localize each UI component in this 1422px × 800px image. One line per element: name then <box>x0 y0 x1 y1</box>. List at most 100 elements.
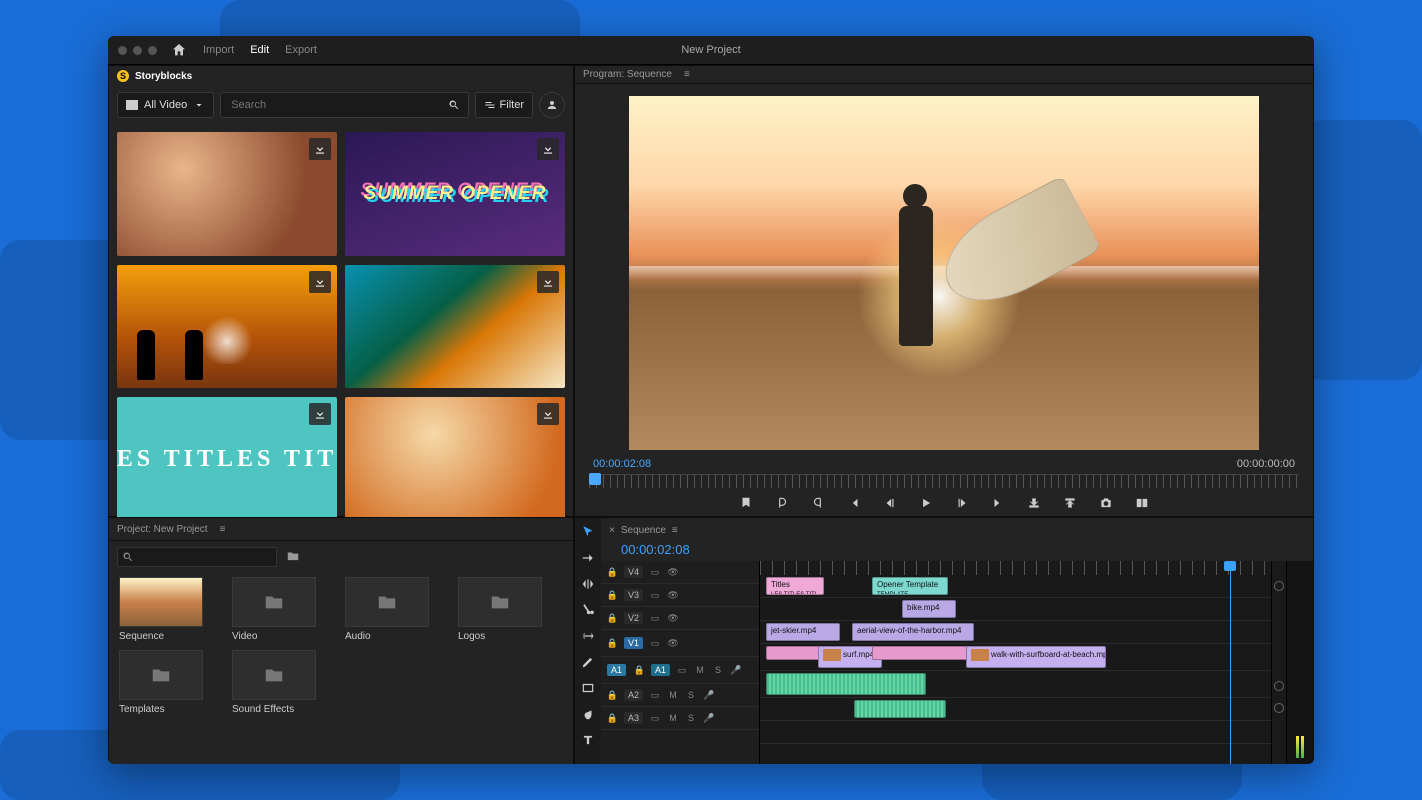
toggle-output-icon[interactable]: ▭ <box>649 589 661 601</box>
menu-export[interactable]: Export <box>285 44 317 56</box>
clip-bike[interactable]: bike.mp4 <box>902 600 956 618</box>
type-tool[interactable] <box>580 732 596 748</box>
stock-clip-titles-template[interactable]: LES TITLES TITL <box>117 397 337 521</box>
mark-in-button[interactable] <box>773 494 791 512</box>
selection-tool[interactable] <box>580 524 596 540</box>
download-button[interactable] <box>537 138 559 160</box>
marker-icon[interactable] <box>1274 703 1284 713</box>
program-playhead-icon[interactable] <box>589 473 601 485</box>
mic-icon[interactable]: 🎤 <box>703 712 715 724</box>
panel-menu-icon[interactable]: ≡ <box>684 69 690 80</box>
track-header-a2[interactable]: 🔒A2▭MS🎤 <box>601 684 759 707</box>
filter-button[interactable]: Filter <box>475 92 533 118</box>
track-header-a3[interactable]: 🔒A3▭MS🎤 <box>601 707 759 730</box>
clip-audio-a1[interactable] <box>766 673 926 695</box>
user-account-button[interactable] <box>539 92 565 118</box>
mute-button[interactable]: M <box>667 712 679 724</box>
step-back-button[interactable] <box>881 494 899 512</box>
stock-clip-summer-opener[interactable]: SUMMER OPENER <box>345 132 565 256</box>
solo-button[interactable]: S <box>685 712 697 724</box>
lock-icon[interactable]: 🔒 <box>607 690 618 701</box>
export-frame-button[interactable] <box>1097 494 1115 512</box>
solo-button[interactable]: S <box>712 664 724 676</box>
download-button[interactable] <box>537 271 559 293</box>
step-forward-button[interactable] <box>953 494 971 512</box>
home-button[interactable] <box>171 42 187 58</box>
rectangle-tool[interactable] <box>580 680 596 696</box>
mic-icon[interactable]: 🎤 <box>703 689 715 701</box>
clip-aerial-harbor[interactable]: aerial-view-of-the-harbor.mp4 <box>852 623 974 641</box>
eye-icon[interactable]: 👁 <box>667 612 679 624</box>
clip-opener-template[interactable]: Opener TemplateTEMPLATE <box>872 577 948 595</box>
clip-jet-skier[interactable]: jet-skier.mp4 <box>766 623 840 641</box>
search-input[interactable] <box>229 98 447 112</box>
new-bin-button[interactable] <box>285 549 301 566</box>
mute-button[interactable]: M <box>667 689 679 701</box>
mute-button[interactable]: M <box>694 664 706 676</box>
clip-walk-surfboard[interactable]: walk-with-surfboard-at-beach.mp4 <box>966 646 1106 668</box>
eye-icon[interactable]: 👁 <box>667 589 679 601</box>
track-select-tool[interactable] <box>580 550 596 566</box>
download-button[interactable] <box>309 403 331 425</box>
extract-button[interactable] <box>1061 494 1079 512</box>
comparison-view-button[interactable] <box>1133 494 1151 512</box>
stock-clip-sunset-walk[interactable] <box>117 265 337 389</box>
bin-sound-effects[interactable]: Sound Effects <box>232 650 337 715</box>
stock-clip-aerial-coast[interactable] <box>345 265 565 389</box>
pen-tool[interactable] <box>580 654 596 670</box>
razor-tool[interactable] <box>580 602 596 618</box>
bin-sequence[interactable]: Sequence <box>119 577 224 642</box>
ripple-edit-tool[interactable] <box>580 576 596 592</box>
lock-icon[interactable]: 🔒 <box>607 613 618 624</box>
slip-tool[interactable] <box>580 628 596 644</box>
lock-icon[interactable]: 🔒 <box>607 638 618 649</box>
eye-icon[interactable]: 👁 <box>667 566 679 578</box>
search-field[interactable] <box>220 92 468 118</box>
play-button[interactable] <box>917 494 935 512</box>
track-header-v2[interactable]: 🔒V2▭👁 <box>601 607 759 630</box>
eye-icon[interactable]: 👁 <box>667 637 679 649</box>
program-monitor[interactable] <box>629 96 1259 450</box>
timeline-timecode[interactable]: 00:00:02:08 <box>601 542 1313 561</box>
toggle-output-icon[interactable]: ▭ <box>649 566 661 578</box>
timeline-track-area[interactable]: TitlesLES TITLES TITL Opener TemplateTEM… <box>760 561 1271 764</box>
mic-icon[interactable]: 🎤 <box>730 664 742 676</box>
clip-v1-b[interactable] <box>872 646 976 660</box>
bin-audio[interactable]: Audio <box>345 577 450 642</box>
download-button[interactable] <box>309 271 331 293</box>
clip-audio-a2[interactable] <box>854 700 946 718</box>
timeline-ruler[interactable] <box>760 561 1271 575</box>
solo-button[interactable]: S <box>685 689 697 701</box>
window-controls[interactable] <box>118 46 157 55</box>
project-search[interactable] <box>117 547 277 567</box>
toggle-output-icon[interactable]: ▭ <box>649 712 661 724</box>
download-button[interactable] <box>309 138 331 160</box>
panel-menu-icon[interactable]: ≡ <box>220 524 226 535</box>
track-header-a1[interactable]: A1🔒A1▭MS🎤 <box>601 657 759 684</box>
category-dropdown[interactable]: All Video <box>117 92 214 118</box>
marker-icon[interactable] <box>1274 681 1284 691</box>
bin-templates[interactable]: Templates <box>119 650 224 715</box>
panel-menu-icon[interactable]: ≡ <box>672 525 678 536</box>
stock-clip-woman-sunglasses[interactable] <box>345 397 565 521</box>
clip-titles[interactable]: TitlesLES TITLES TITL <box>766 577 824 595</box>
track-header-v4[interactable]: 🔒V4▭👁 <box>601 561 759 584</box>
lock-icon[interactable]: 🔒 <box>607 590 618 601</box>
menu-import[interactable]: Import <box>203 44 234 56</box>
stock-clip-friends[interactable] <box>117 132 337 256</box>
bin-logos[interactable]: Logos <box>458 577 563 642</box>
program-ruler[interactable] <box>589 474 1299 488</box>
lift-button[interactable] <box>1025 494 1043 512</box>
marker-icon[interactable] <box>1274 581 1284 591</box>
toggle-output-icon[interactable]: ▭ <box>649 689 661 701</box>
track-header-v1[interactable]: 🔒V1▭👁 <box>601 630 759 657</box>
track-header-v3[interactable]: 🔒V3▭👁 <box>601 584 759 607</box>
go-to-in-button[interactable] <box>845 494 863 512</box>
toggle-output-icon[interactable]: ▭ <box>676 664 688 676</box>
lock-icon[interactable]: 🔒 <box>607 713 618 724</box>
add-marker-button[interactable] <box>737 494 755 512</box>
hand-tool[interactable] <box>580 706 596 722</box>
mark-out-button[interactable] <box>809 494 827 512</box>
toggle-output-icon[interactable]: ▭ <box>649 612 661 624</box>
lock-icon[interactable]: 🔒 <box>607 567 618 578</box>
